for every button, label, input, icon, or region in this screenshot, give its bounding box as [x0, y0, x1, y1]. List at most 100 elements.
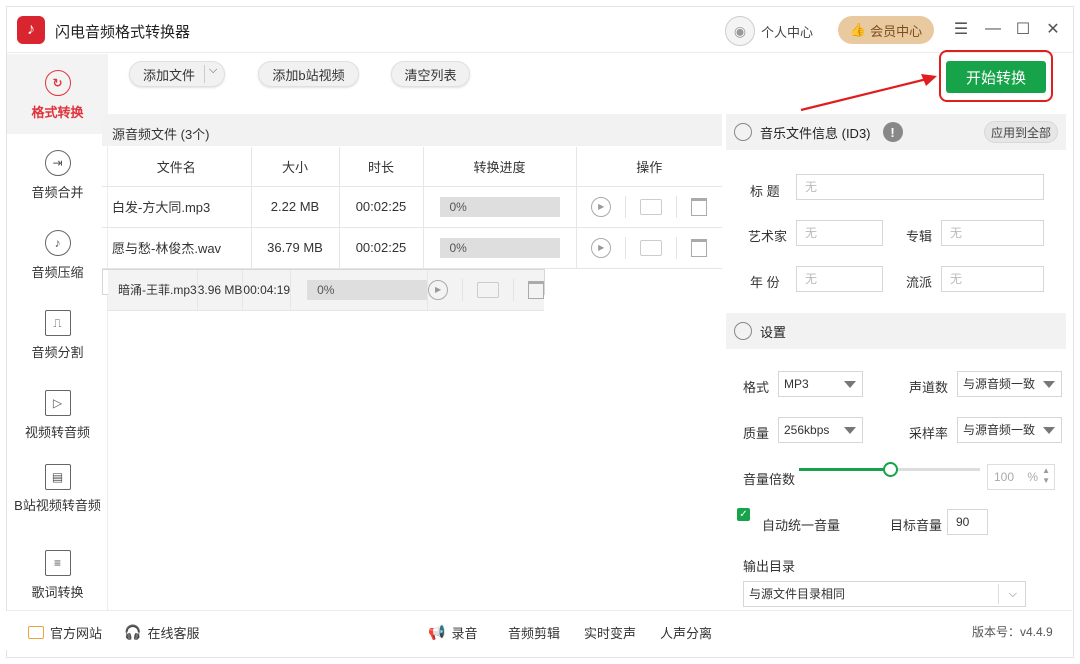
sidebar-item-audio-compress[interactable]: ♪ 音频压缩 [7, 230, 108, 281]
progress-cell: 0% [423, 186, 577, 228]
folder-icon[interactable] [640, 239, 663, 256]
auto-volume-checkbox[interactable]: ✓ [737, 508, 750, 521]
sidebar-item-label: 歌词转换 [31, 585, 84, 600]
play-icon[interactable]: ▶ [591, 196, 612, 217]
user-avatar[interactable]: ◉ [725, 16, 755, 46]
record-link[interactable]: 📢 录音 [428, 623, 477, 642]
chevron-down-icon[interactable]: ⌵ [209, 64, 217, 77]
support-label: 在线客服 [147, 626, 200, 641]
play-icon[interactable]: ▶ [428, 279, 449, 300]
volume-stepper[interactable]: 100 % ▲ ▼ [987, 464, 1055, 490]
table-row[interactable]: 白发-方大同.mp3 2.22 MB 00:02:25 0% ▶ [102, 186, 722, 228]
volume-slider-fill [799, 468, 890, 471]
user-center-link[interactable]: 个人中心 [761, 22, 813, 41]
record-label: 录音 [451, 626, 478, 641]
file-name: 愿与愁-林俊杰.wav [102, 227, 252, 269]
channels-select[interactable]: 与源音频一致 [957, 371, 1062, 397]
title-field[interactable]: 无 [796, 174, 1044, 200]
quality-select[interactable]: 256kbps [778, 417, 863, 443]
target-volume-field[interactable]: 90 [947, 509, 988, 535]
headset-icon: 🎧 [124, 624, 142, 640]
album-field[interactable]: 无 [941, 220, 1044, 246]
divider [513, 278, 515, 301]
settings-title: 设置 [760, 324, 787, 340]
chevron-down-icon [844, 427, 856, 434]
file-size: 2.22 MB [251, 186, 340, 228]
column-header-size: 大小 [251, 147, 340, 187]
menu-icon[interactable]: ☰ [951, 19, 971, 39]
bilibili-tv-icon: ▤ [44, 464, 71, 490]
website-link[interactable]: 官方网站 [28, 623, 102, 642]
add-file-button[interactable]: 添加文件 ⌵ [129, 61, 225, 87]
table-row[interactable]: 愿与愁-林俊杰.wav 36.79 MB 00:02:25 0% ▶ [102, 227, 722, 269]
start-convert-button[interactable]: 开始转换 [946, 61, 1046, 93]
progress-cell: 0% [290, 269, 429, 311]
artist-field[interactable]: 无 [796, 220, 883, 246]
sidebar-item-lyrics-convert[interactable]: ≡ 歌词转换 [7, 550, 108, 601]
quality-value: 256kbps [784, 423, 830, 437]
sidebar-item-label: 视频转音频 [24, 425, 90, 440]
file-name: 暗涌-王菲.mp3 [108, 269, 198, 311]
progress-bar: 0% [439, 237, 560, 258]
divider [462, 278, 464, 301]
column-header-duration: 时长 [339, 147, 424, 187]
file-list-header: 源音频文件 (3个) [102, 114, 722, 146]
divider [204, 65, 205, 83]
file-size: 36.79 MB [251, 227, 340, 269]
sidebar-item-bilibili-to-audio[interactable]: ▤ B站视频转音频 [7, 464, 108, 515]
year-field[interactable]: 无 [796, 266, 883, 292]
thumbs-up-icon: 👍 [849, 22, 867, 37]
samplerate-select[interactable]: 与源音频一致 [957, 417, 1062, 443]
format-select[interactable]: MP3 [778, 371, 863, 397]
sidebar-item-format-convert[interactable]: ↻ 格式转换 [7, 70, 108, 121]
app-title: 闪电音频格式转换器 [55, 24, 191, 41]
sidebar-item-label: 音频分割 [31, 345, 84, 360]
close-icon[interactable]: ✕ [1043, 19, 1063, 39]
folder-icon[interactable] [640, 198, 663, 215]
chevron-down-icon[interactable]: ⌵ [1009, 582, 1017, 606]
play-icon[interactable]: ▶ [591, 237, 612, 258]
trash-icon[interactable] [691, 197, 708, 216]
apply-all-button[interactable]: 应用到全部 [984, 121, 1058, 143]
output-dir-label: 输出目录 [743, 559, 796, 574]
clear-list-button[interactable]: 清空列表 [391, 61, 470, 87]
volume-value: 100 [994, 470, 1015, 484]
file-duration: 00:04:19 [242, 269, 292, 311]
title-bar: ♪ 闪电音频格式转换器 ◉ 个人中心 👍 会员中心 ☰ — ☐ ✕ [7, 7, 1073, 53]
music-note-icon: ♪ [44, 230, 71, 256]
maximize-icon[interactable]: ☐ [1013, 19, 1033, 39]
table-row[interactable]: 暗涌-王菲.mp3 3.96 MB 00:04:19 0% ▶ [102, 268, 546, 311]
divider [676, 195, 678, 218]
sidebar-item-audio-split[interactable]: ⎍ 音频分割 [7, 310, 108, 361]
trash-icon[interactable] [691, 238, 708, 257]
genre-label: 流派 [906, 275, 933, 290]
merge-icon: ⇥ [44, 150, 71, 176]
minimize-icon[interactable]: — [983, 19, 1003, 39]
status-bar: 官方网站 🎧 在线客服 📢 录音 音频剪辑 实时变声 人声分离 版本号：v4.4… [6, 610, 1072, 650]
info-icon[interactable]: ! [882, 122, 903, 142]
chevron-down-icon [844, 381, 856, 388]
audio-edit-link[interactable]: 音频剪辑 [508, 623, 560, 642]
realtime-voice-link[interactable]: 实时变声 [584, 623, 636, 642]
chevron-down-icon [1043, 381, 1055, 388]
sidebar-item-label: 音频合并 [31, 185, 84, 200]
actions-cell: ▶ [427, 269, 545, 311]
format-value: MP3 [784, 377, 809, 391]
vocal-separate-link[interactable]: 人声分离 [660, 623, 712, 642]
id3-title: 音乐文件信息 (ID3) [760, 125, 871, 141]
genre-field[interactable]: 无 [941, 266, 1044, 292]
volume-slider-handle[interactable] [882, 462, 898, 477]
sidebar-item-audio-merge[interactable]: ⇥ 音频合并 [7, 150, 108, 201]
vip-center-button[interactable]: 👍 会员中心 [838, 16, 934, 44]
sidebar-item-video-to-audio[interactable]: ▷ 视频转音频 [7, 390, 108, 441]
output-dir-select[interactable]: 与源文件目录相同 ⌵ [743, 581, 1026, 607]
add-bilibili-button[interactable]: 添加b站视频 [258, 61, 359, 87]
artist-label: 艺术家 [748, 229, 788, 244]
headphones-icon [734, 123, 752, 141]
stepper-arrows-icon[interactable]: ▲ ▼ [1042, 466, 1050, 486]
support-link[interactable]: 🎧 在线客服 [124, 623, 199, 642]
trash-icon[interactable] [528, 280, 545, 299]
app-logo-icon: ♪ [17, 16, 45, 44]
folder-icon[interactable] [477, 281, 500, 298]
progress-bar: 0% [307, 279, 428, 300]
